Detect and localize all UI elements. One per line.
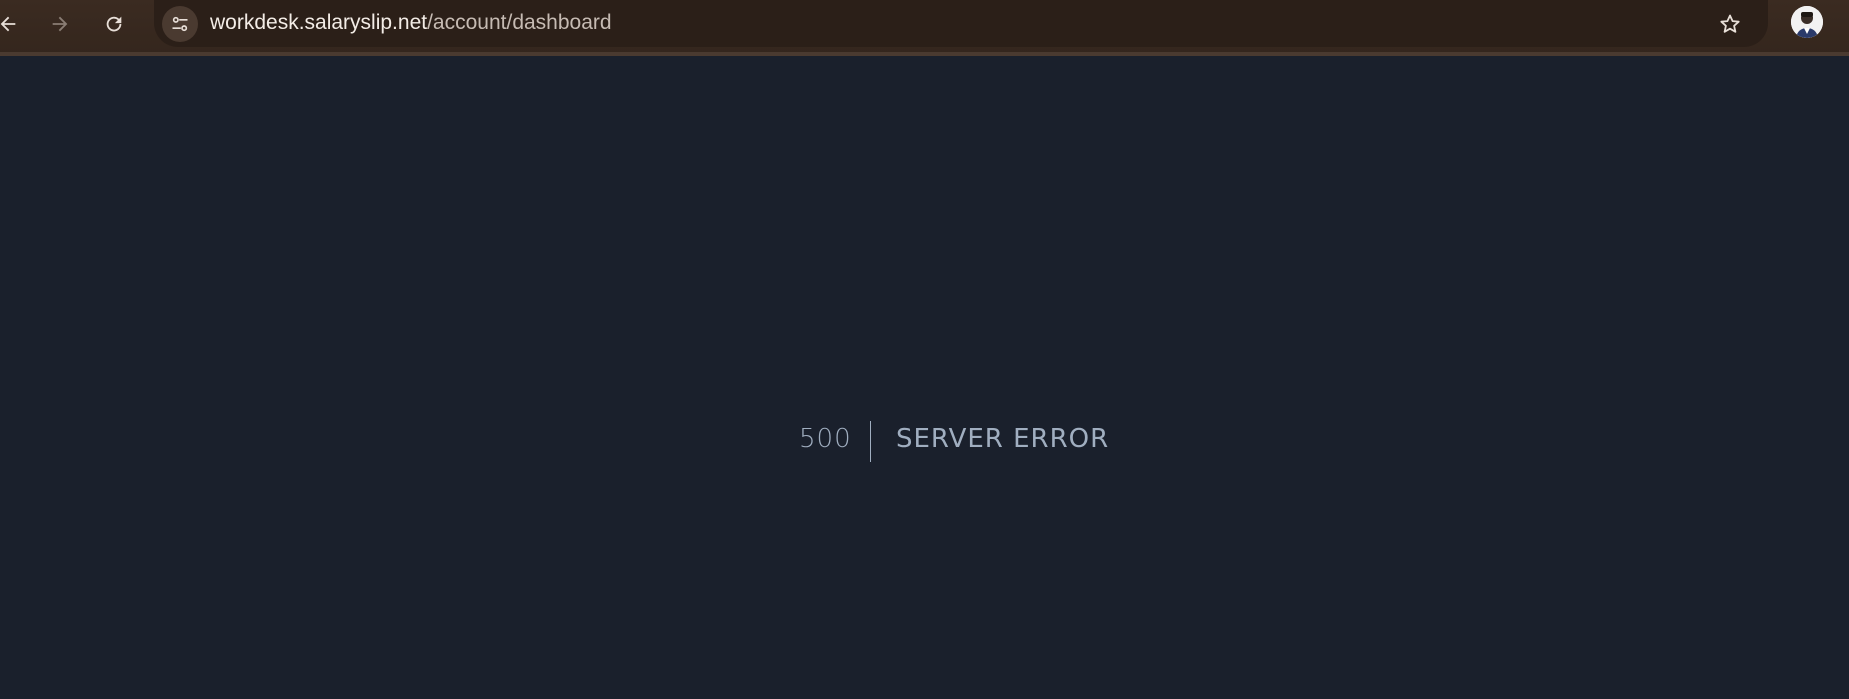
url-path: /account/dashboard (427, 11, 612, 34)
arrow-left-icon (0, 16, 16, 32)
forward-button[interactable] (42, 6, 78, 42)
avatar-icon (1791, 6, 1823, 38)
bookmark-button[interactable] (1712, 6, 1748, 42)
error-code: 500 (799, 424, 852, 454)
site-info-button[interactable] (162, 6, 198, 42)
browser-toolbar: workdesk.salaryslip.net/account/dashboar… (0, 0, 1849, 56)
error-message: SERVER ERROR (896, 424, 1110, 454)
url-text[interactable]: workdesk.salaryslip.net/account/dashboar… (210, 11, 612, 35)
error-page (0, 56, 1849, 699)
star-icon (1720, 14, 1740, 33)
profile-avatar[interactable] (1791, 6, 1823, 38)
address-bar[interactable]: workdesk.salaryslip.net/account/dashboar… (154, 0, 1768, 47)
reload-icon (106, 16, 122, 32)
reload-button[interactable] (96, 6, 132, 42)
arrow-right-icon (52, 16, 68, 32)
tune-icon (172, 16, 188, 32)
back-button[interactable] (0, 6, 26, 42)
error-divider (870, 421, 871, 462)
url-host: workdesk.salaryslip.net (210, 11, 428, 34)
